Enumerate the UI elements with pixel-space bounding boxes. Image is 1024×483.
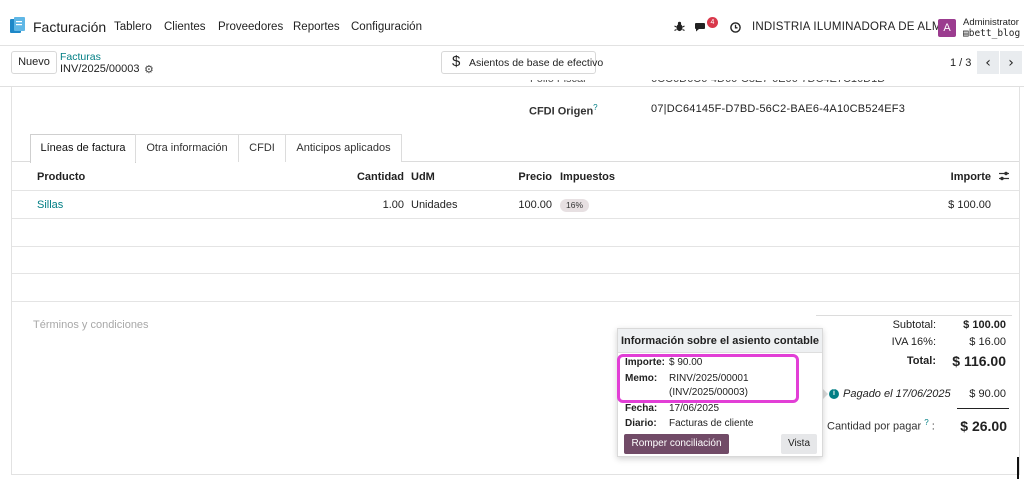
- popover-date-value: 17/06/2025: [669, 403, 720, 414]
- totals-divider: [816, 315, 1012, 316]
- invoicing-app-icon[interactable]: [10, 17, 25, 34]
- cash-basis-label: Asientos de base de efectivo: [469, 57, 604, 69]
- text-cursor: [1017, 457, 1019, 479]
- popover-journal-label: Diario:: [625, 418, 657, 429]
- line-tax-tag[interactable]: 16%: [560, 199, 590, 212]
- menu-configuracion[interactable]: Configuración: [351, 21, 422, 33]
- col-uom[interactable]: UdM: [411, 171, 435, 183]
- menu-proveedores[interactable]: Proveedores: [218, 21, 283, 33]
- bug-icon[interactable]: [674, 21, 685, 32]
- user-name[interactable]: Administrator: [963, 17, 1019, 28]
- iva-label: IVA 16%:: [891, 336, 936, 348]
- col-product[interactable]: Producto: [37, 171, 85, 183]
- tab-invoice-lines[interactable]: Líneas de factura: [30, 134, 136, 163]
- cfdi-origin-value[interactable]: 07|DC64145F-D7BD-56C2-BAE6-4A10CB524EF3: [651, 103, 905, 115]
- gear-icon[interactable]: ⚙: [144, 63, 154, 76]
- menu-clientes[interactable]: Clientes: [164, 21, 206, 33]
- pager-next-button[interactable]: ›: [1000, 51, 1022, 74]
- view-entry-button[interactable]: Vista: [781, 434, 817, 454]
- subtotal-value: $ 100.00: [963, 319, 1006, 331]
- line-product[interactable]: Sillas: [37, 199, 63, 211]
- table-header-divider: [12, 190, 1019, 191]
- col-price[interactable]: Precio: [500, 171, 552, 183]
- help-icon[interactable]: ?: [593, 103, 597, 112]
- database-name: ▤bett_blog: [963, 28, 1021, 39]
- app-name[interactable]: Facturación: [33, 19, 106, 35]
- cfdi-origin-label: CFDI Origen?: [529, 103, 598, 118]
- top-navbar: Facturación Tablero Clientes Proveedores…: [0, 0, 1024, 46]
- payment-line-amount: $ 90.00: [969, 388, 1006, 400]
- popover-journal-value: Facturas de cliente: [669, 418, 754, 429]
- total-value: $ 116.00: [952, 353, 1006, 369]
- optional-columns-icon[interactable]: [998, 170, 1010, 182]
- row-divider: [12, 246, 1019, 247]
- col-amount[interactable]: Importe: [930, 171, 991, 183]
- terms-and-conditions-field[interactable]: Términos y condiciones: [33, 319, 149, 331]
- row-divider: [12, 301, 1019, 302]
- breadcrumb-current-record: INV/2025/00003: [60, 63, 140, 75]
- info-icon[interactable]: i: [829, 389, 839, 399]
- row-divider: [12, 273, 1019, 274]
- iva-value: $ 16.00: [969, 336, 1006, 348]
- line-price[interactable]: 100.00: [500, 199, 552, 211]
- unreconcile-button[interactable]: Romper conciliación: [624, 434, 729, 454]
- clock-icon[interactable]: [730, 22, 741, 33]
- amount-due-label: Cantidad por pagar ? :: [827, 418, 935, 433]
- pager-value[interactable]: 1 / 3: [950, 57, 971, 69]
- subtotal-label: Subtotal:: [892, 319, 936, 331]
- payment-line-label: Pagado el 17/06/2025: [843, 388, 951, 400]
- new-button[interactable]: Nuevo: [11, 51, 57, 74]
- company-switcher[interactable]: INDISTRIA ILUMINADORA DE ALM...: [752, 21, 952, 33]
- cut-off-fiscal-folio: Folio Fiscal 6CC6D6C6-4D60-C8E7-6E06-7DC…: [530, 80, 890, 88]
- col-quantity[interactable]: Cantidad: [300, 171, 404, 183]
- cash-basis-entries-button[interactable]: $ Asientos de base de efectivo: [441, 51, 603, 74]
- popover-date-label: Fecha:: [625, 403, 658, 414]
- line-quantity[interactable]: 1.00: [330, 199, 404, 211]
- popover-title: Información sobre el asiento contable: [618, 329, 822, 353]
- col-taxes[interactable]: Impuestos: [560, 171, 615, 183]
- menu-reportes[interactable]: Reportes: [293, 21, 340, 33]
- help-icon[interactable]: ?: [924, 418, 928, 427]
- amount-due-value: $ 26.00: [960, 418, 1007, 434]
- row-divider: [12, 218, 1019, 219]
- tab-other-info[interactable]: Otra información: [135, 134, 239, 162]
- tab-cfdi[interactable]: CFDI: [238, 134, 286, 162]
- total-label: Total:: [906, 355, 936, 367]
- tab-applied-advances[interactable]: Anticipos aplicados: [285, 134, 402, 162]
- annotation-highlight-box: [617, 354, 799, 403]
- line-uom[interactable]: Unidades: [411, 199, 457, 211]
- breadcrumb-invoices[interactable]: Facturas: [60, 51, 101, 63]
- chat-badge: 4: [707, 17, 718, 28]
- pager-previous-button[interactable]: ‹: [977, 51, 999, 74]
- line-amount[interactable]: $ 100.00: [920, 199, 991, 211]
- dollar-icon: $: [452, 53, 461, 70]
- user-avatar[interactable]: A: [938, 19, 956, 37]
- amount-due-divider: [957, 408, 1009, 409]
- menu-tablero[interactable]: Tablero: [114, 21, 152, 33]
